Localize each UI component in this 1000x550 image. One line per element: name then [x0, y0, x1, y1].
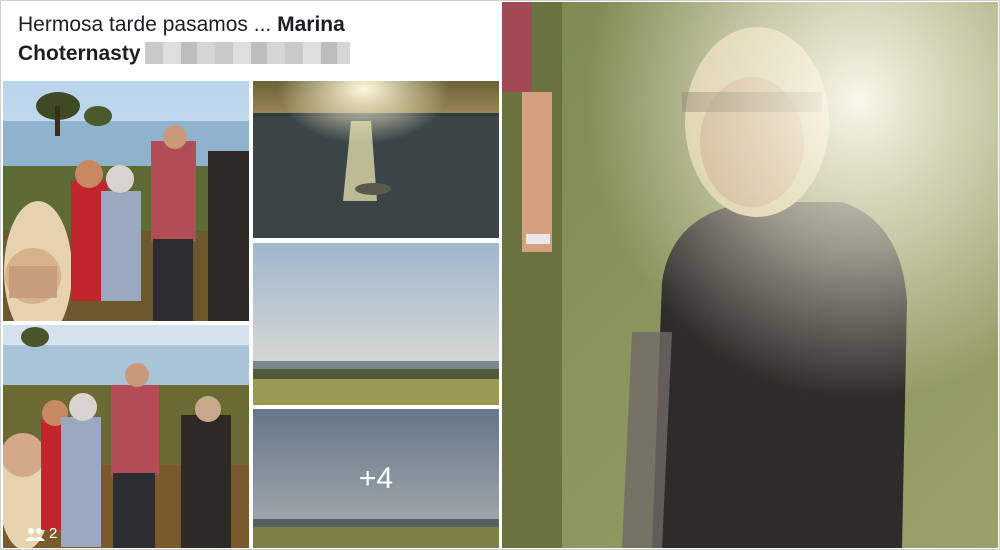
gallery-photo-sunset-water[interactable]: [253, 81, 499, 238]
gallery-photo-group-2[interactable]: 2: [3, 325, 249, 548]
author-name-first[interactable]: Marina: [277, 13, 345, 36]
more-photos-overlay[interactable]: +4: [253, 409, 499, 548]
author-name-last[interactable]: Choternasty: [18, 42, 141, 65]
featured-photo-woman[interactable]: [502, 2, 998, 548]
gallery-photo-horizon[interactable]: [253, 243, 499, 405]
gallery-photo-more[interactable]: +4: [253, 409, 499, 548]
blurred-name-redaction: [144, 42, 350, 64]
people-icon: [25, 527, 45, 541]
gallery-photo-group-1[interactable]: [3, 81, 249, 321]
people-tag-badge[interactable]: 2: [25, 525, 57, 542]
people-tag-count: 2: [49, 525, 58, 542]
post-caption: Hermosa tarde pasamos ... Marina Chotern…: [18, 10, 488, 68]
post-panel: Hermosa tarde pasamos ... Marina Chotern…: [0, 0, 500, 550]
caption-text: Hermosa tarde pasamos ...: [18, 13, 278, 36]
